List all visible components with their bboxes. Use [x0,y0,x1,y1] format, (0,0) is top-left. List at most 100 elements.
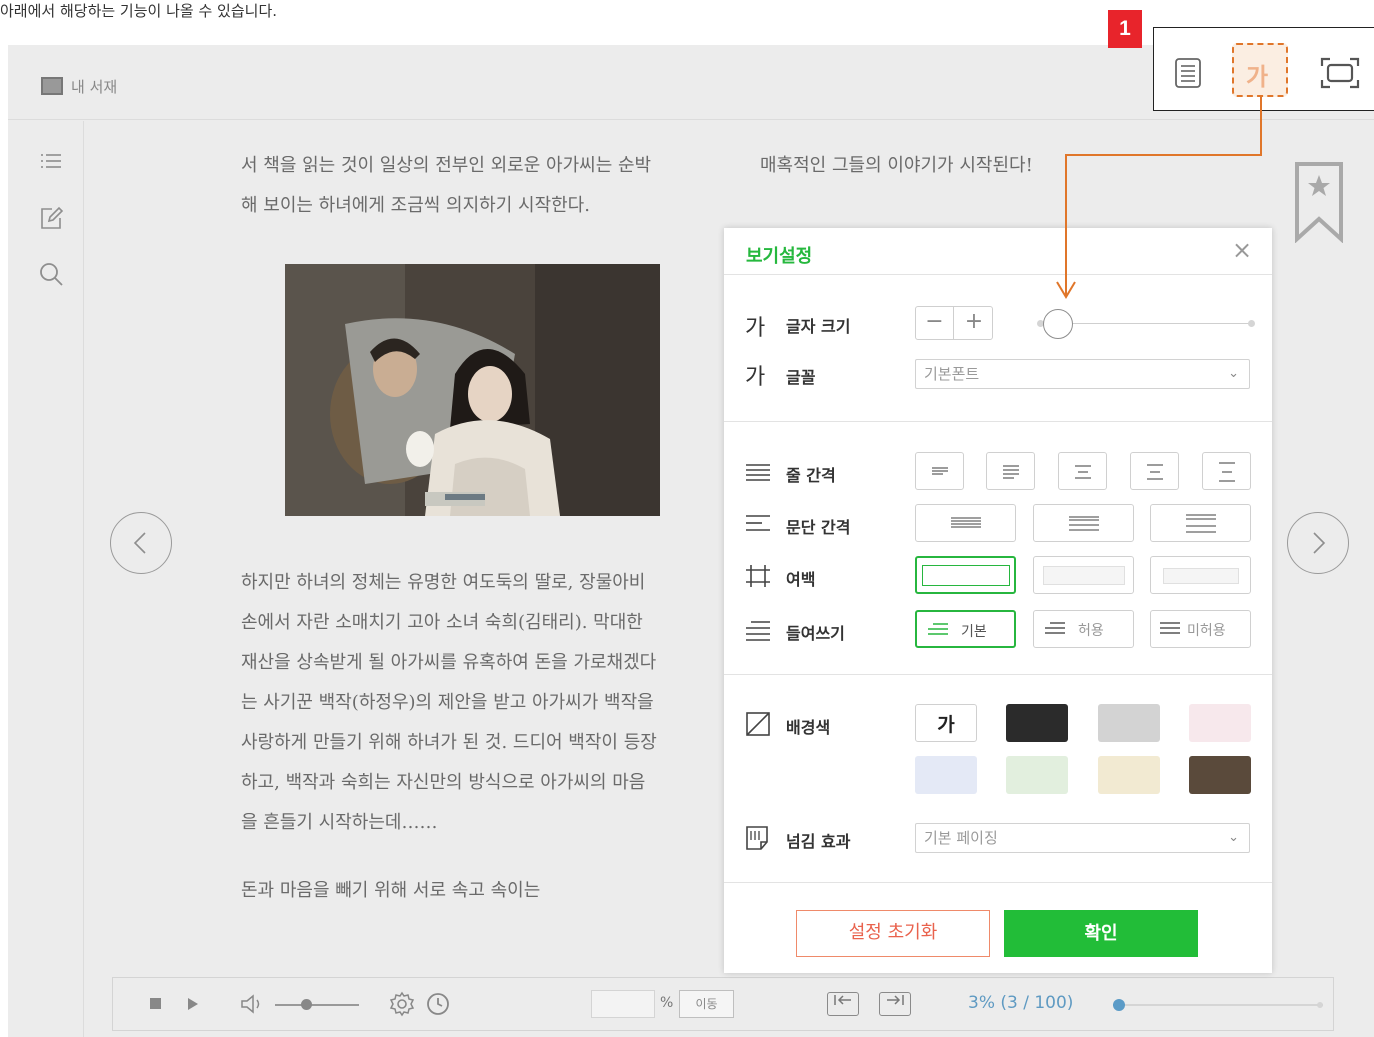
text-line: 서 책을 읽는 것이 일상의 전부인 외로운 아가씨는 순박 [241,155,652,176]
spacing-3-icon [1075,465,1091,479]
indent-allow-icon [1045,622,1065,634]
right-column-line: 매혹적인 그들의 이야기가 시작된다! [760,155,1033,176]
paragraph-spacing-icon [746,515,770,531]
line-spacing-option-2[interactable] [986,452,1035,490]
line-spacing-option-1[interactable] [915,452,964,490]
clock-icon[interactable] [426,992,450,1016]
reset-settings-button[interactable]: 설정 초기화 [796,910,990,957]
stop-icon[interactable] [149,997,163,1011]
volume-slider-track[interactable] [275,1004,359,1006]
prev-page-button[interactable] [110,512,172,574]
paragraph-spacing-option-1[interactable] [915,504,1016,542]
view-settings-button[interactable]: 가 [1232,43,1288,97]
bg-swatch-pink[interactable] [1189,704,1251,742]
font-size-label: 글자 크기 [786,317,851,336]
toc-icon[interactable] [38,149,64,175]
play-icon[interactable] [187,997,199,1011]
para-spacing-2-icon [1069,516,1099,531]
bg-swatch-white[interactable]: 가 [915,704,977,742]
book-illustration [285,264,660,516]
screenshot-canvas: 아래에서 해당하는 기능이 나올 수 있습니다. 내 서재 서 책을 읽는 것이… [0,0,1374,1037]
indent-default-icon [928,623,948,635]
font-row-icon: 가 [745,365,766,390]
next-page-button[interactable] [1287,512,1349,574]
spacing-5-icon [1219,462,1235,482]
page-effect-select[interactable]: 기본 페이징 ⌄ [915,823,1250,853]
line-spacing-icon [746,464,770,481]
bg-swatch-brown[interactable] [1189,756,1251,794]
background-color-icon [746,712,770,736]
font-select[interactable]: 기본폰트 ⌄ [915,359,1250,389]
jump-end-icon [887,995,904,1005]
margin-option-wide[interactable] [1150,556,1251,594]
bg-swatch-black[interactable] [1006,704,1068,742]
para-spacing-1-icon [951,517,981,528]
library-icon[interactable] [41,77,63,95]
text-line: 손에서 자란 소매치기 고아 소녀 숙희(김태리). 막대한 [241,612,643,633]
percent-input[interactable] [591,990,655,1018]
paragraph-spacing-label: 문단 간격 [786,518,851,537]
indent-option-allow[interactable]: 허용 [1033,610,1134,648]
indent-label: 들여쓰기 [786,624,845,643]
text-line: 해 보이는 하녀에게 조금씩 의지하기 시작한다. [241,195,590,216]
bg-swatch-blue[interactable] [915,756,977,794]
volume-slider-knob[interactable] [301,999,312,1010]
bg-swatch-gray[interactable] [1098,704,1160,742]
document-icon[interactable] [1174,57,1202,89]
percent-sign: % [660,995,674,1011]
go-first-page-button[interactable] [827,992,859,1016]
page-effect-label: 넘김 효과 [786,832,851,851]
bottom-control-bar: % 이동 3% (3 / 100) [112,977,1334,1031]
settings-gear-icon[interactable] [389,991,415,1017]
go-last-page-button[interactable] [879,992,911,1016]
library-label[interactable]: 내 서재 [71,76,117,97]
divider [724,421,1272,422]
margin-label: 여백 [786,570,816,589]
font-size-slider-knob[interactable] [1043,309,1073,339]
view-settings-dialog: 보기설정 × 가 글자 크기 − + 가 글꼴 기본폰트 ⌄ 줄 간격 문단 간… [724,228,1272,973]
paragraph-top: 서 책을 읽는 것이 일상의 전부인 외로운 아가씨는 순박 해 보이는 하녀에… [241,146,651,226]
decrease-font-button[interactable]: − [916,307,954,339]
text-line-last: 돈과 마음을 빼기 위해 서로 속고 속이는 [241,880,541,901]
caption-text: 아래에서 해당하는 기능이 나올 수 있습니다. [0,2,278,20]
spacing-2-icon [1003,465,1019,479]
margin-preview [1163,568,1239,584]
line-spacing-option-4[interactable] [1130,452,1179,490]
confirm-button[interactable]: 확인 [1004,910,1198,957]
margin-option-medium[interactable] [1033,556,1134,594]
line-spacing-option-5[interactable] [1202,452,1251,490]
indent-default-label: 기본 [961,624,987,640]
progress-slider-track[interactable] [1113,999,1323,1011]
text-line: 는 사기꾼 백작(하정우)의 제안을 받고 아가씨가 백작을 [241,692,654,713]
margin-option-narrow[interactable] [915,556,1016,594]
indent-disallow-label: 미허용 [1187,623,1226,639]
text-line: 하지만 하녀의 정체는 유명한 여도둑의 딸로, 장물아비 [241,572,646,593]
spacing-1-icon [932,467,948,475]
memo-icon[interactable] [38,205,64,231]
indent-option-disallow[interactable]: 미허용 [1150,610,1251,648]
move-button[interactable]: 이동 [679,990,734,1018]
page-effect-icon [746,826,768,850]
bg-swatch-green[interactable] [1006,756,1068,794]
divider [724,674,1272,675]
paragraph-spacing-option-3[interactable] [1150,504,1251,542]
viewer-toolbar: 가 [1153,27,1374,111]
chevron-down-icon: ⌄ [1228,830,1239,845]
line-spacing-label: 줄 간격 [786,466,836,485]
progress-slider-knob[interactable] [1113,999,1125,1011]
paragraph-spacing-option-2[interactable] [1033,504,1134,542]
search-icon[interactable] [38,261,64,287]
bg-swatch-beige[interactable] [1098,756,1160,794]
indent-option-default[interactable]: 기본 [915,610,1016,648]
background-color-label: 배경색 [786,718,831,737]
text-line: 을 흔들기 시작하는데…… [241,812,438,833]
volume-icon[interactable] [239,993,267,1015]
close-button[interactable]: × [1232,238,1252,262]
font-size-icon: 가 [1246,63,1269,91]
font-select-value: 기본폰트 [924,365,980,383]
fullscreen-icon[interactable] [1320,57,1360,89]
increase-font-button[interactable]: + [955,307,993,339]
line-spacing-option-3[interactable] [1058,452,1107,490]
bookmark-icon[interactable] [1294,161,1344,243]
left-sidebar [8,121,84,1037]
